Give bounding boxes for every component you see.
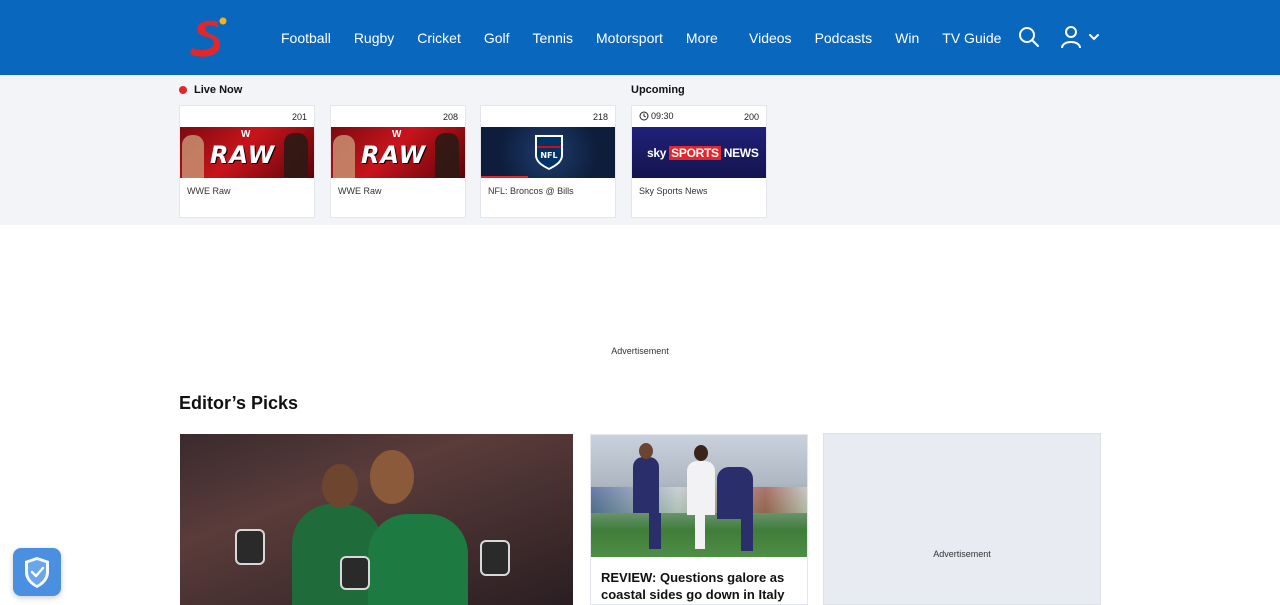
card-title: WWE Raw bbox=[338, 186, 382, 196]
card-title: Sky Sports News bbox=[639, 186, 708, 196]
site-header: Football Rugby Cricket Golf Tennis Motor… bbox=[0, 0, 1280, 75]
supersport-logo[interactable] bbox=[188, 16, 230, 60]
advertisement-label: Advertisement bbox=[933, 549, 991, 559]
advertisement-label: Advertisement bbox=[611, 346, 669, 356]
sky-sports-news-thumbnail: sky SPORTS NEWS bbox=[632, 127, 766, 178]
channel-number: 218 bbox=[592, 112, 608, 122]
raw-logo-text: RAW bbox=[361, 141, 427, 169]
shield-check-icon bbox=[25, 557, 49, 588]
wwe-raw-thumbnail: W RAW bbox=[180, 127, 314, 178]
search-icon[interactable] bbox=[1018, 26, 1040, 48]
nav-football[interactable]: Football bbox=[281, 30, 331, 46]
wwe-raw-thumbnail: W RAW bbox=[331, 127, 465, 178]
nav-tennis[interactable]: Tennis bbox=[533, 30, 573, 46]
nav-more[interactable]: More bbox=[686, 30, 718, 46]
editors-picks-title: Editor’s Picks bbox=[179, 393, 299, 413]
live-card-wwe-raw-208[interactable]: 208 W RAW WWE Raw bbox=[330, 105, 466, 218]
secondary-nav: Videos Podcasts Win TV Guide bbox=[749, 0, 1024, 75]
nav-rugby[interactable]: Rugby bbox=[354, 30, 394, 46]
svg-text:NFL: NFL bbox=[540, 151, 557, 160]
rugby-story-image bbox=[591, 435, 807, 557]
channel-number: 201 bbox=[291, 112, 307, 122]
live-card-nfl[interactable]: 218 NFL NFL: Broncos @ Bills bbox=[480, 105, 616, 218]
feature-story-image[interactable] bbox=[180, 434, 573, 605]
channel-number: 208 bbox=[442, 112, 458, 122]
watch-progress-bar bbox=[481, 176, 528, 178]
nav-golf[interactable]: Golf bbox=[484, 30, 510, 46]
clock-icon bbox=[639, 111, 649, 121]
start-time-text: 09:30 bbox=[651, 111, 674, 121]
nav-win[interactable]: Win bbox=[895, 30, 919, 46]
card-title: WWE Raw bbox=[187, 186, 231, 196]
nav-videos[interactable]: Videos bbox=[749, 30, 792, 46]
chevron-down-icon[interactable] bbox=[1088, 31, 1100, 43]
live-indicator-dot bbox=[179, 86, 187, 94]
advertisement-box: Advertisement bbox=[823, 433, 1101, 605]
live-now-label: Live Now bbox=[194, 84, 243, 96]
live-strip: Live Now Upcoming 201 W RAW WWE Raw 208 … bbox=[0, 75, 1280, 225]
nav-cricket[interactable]: Cricket bbox=[417, 30, 461, 46]
nfl-shield-icon: NFL bbox=[535, 135, 563, 170]
upcoming-label: Upcoming bbox=[631, 84, 685, 96]
primary-nav: Football Rugby Cricket Golf Tennis Motor… bbox=[281, 0, 741, 75]
story-card[interactable]: REVIEW: Questions galore as coastal side… bbox=[590, 434, 808, 605]
live-card-wwe-raw-201[interactable]: 201 W RAW WWE Raw bbox=[179, 105, 315, 218]
nav-podcasts[interactable]: Podcasts bbox=[815, 30, 873, 46]
story-title[interactable]: REVIEW: Questions galore as coastal side… bbox=[591, 557, 807, 603]
nav-tv-guide[interactable]: TV Guide bbox=[942, 30, 1001, 46]
upcoming-card-sky-sports-news[interactable]: 09:30 200 sky SPORTS NEWS Sky Sports New… bbox=[631, 105, 767, 218]
raw-logo-text: RAW bbox=[210, 141, 276, 169]
nfl-thumbnail: NFL bbox=[481, 127, 615, 178]
channel-number: 200 bbox=[743, 112, 759, 122]
user-icon[interactable] bbox=[1060, 25, 1082, 49]
sky-sports-news-logo: sky SPORTS NEWS bbox=[647, 146, 759, 160]
privacy-shield-button[interactable] bbox=[13, 548, 61, 596]
card-title: NFL: Broncos @ Bills bbox=[488, 186, 574, 196]
nav-motorsport[interactable]: Motorsport bbox=[596, 30, 663, 46]
start-time: 09:30 bbox=[639, 111, 674, 121]
